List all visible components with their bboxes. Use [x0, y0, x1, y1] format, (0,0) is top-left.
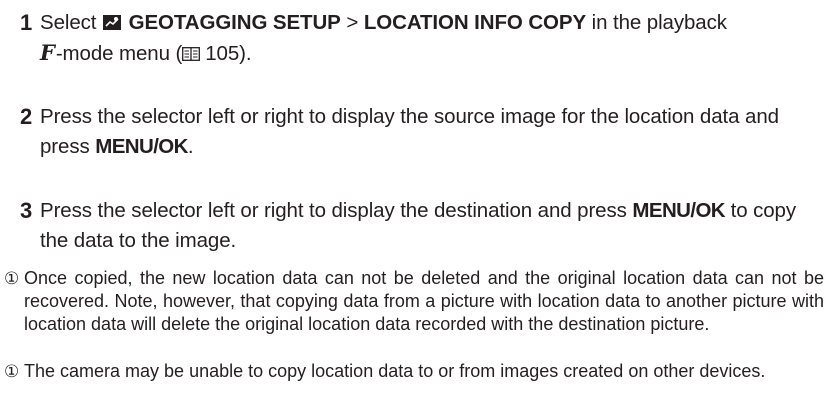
menu-ok-button-label: MENU/OK: [95, 135, 188, 158]
menu-separator: >: [346, 11, 359, 34]
step-number: 2: [20, 104, 33, 129]
step-2: 2 Press the selector left or right to di…: [20, 102, 820, 162]
note-text: Once copied, the new location data can n…: [24, 268, 824, 334]
manual-page: 1 Select GEOTAGGING SETUP > LOCATION INF…: [0, 0, 826, 410]
step-text-post: -mode menu (: [55, 42, 183, 65]
book-reference-icon: [182, 40, 201, 61]
caution-icon: ①: [4, 362, 20, 381]
page-reference: 105: [205, 42, 240, 65]
menu-ok-button-label: MENU/OK: [632, 199, 725, 222]
menu-item-location-info-copy: LOCATION INFO COPY: [363, 11, 587, 34]
step-text-end: .: [187, 135, 194, 158]
step-text: Press the selector left or right to disp…: [20, 102, 820, 162]
step-text-body: Press the selector left or right to disp…: [40, 199, 627, 222]
step-text: Press the selector left or right to disp…: [20, 196, 820, 256]
f-mode-icon: F: [40, 40, 55, 65]
step-text-pre: Select: [40, 11, 97, 34]
step-text: Select GEOTAGGING SETUP > LOCATION INFO …: [20, 8, 820, 69]
step-3: 3 Press the selector left or right to di…: [20, 196, 820, 256]
note-text: The camera may be unable to copy locatio…: [24, 361, 766, 381]
step-text-close: ).: [239, 42, 252, 65]
caution-note-2: ① The camera may be unable to copy locat…: [4, 360, 824, 383]
caution-icon: ①: [4, 269, 20, 288]
caution-note-1: ① Once copied, the new location data can…: [4, 267, 824, 336]
step-number: 1: [20, 10, 33, 35]
geotagging-menu-icon: [103, 15, 121, 30]
step-number: 3: [20, 198, 33, 223]
menu-item-geotagging-setup: GEOTAGGING SETUP: [128, 11, 341, 34]
step-1: 1 Select GEOTAGGING SETUP > LOCATION INF…: [20, 8, 820, 69]
step-text-mid: in the playback: [591, 11, 727, 34]
